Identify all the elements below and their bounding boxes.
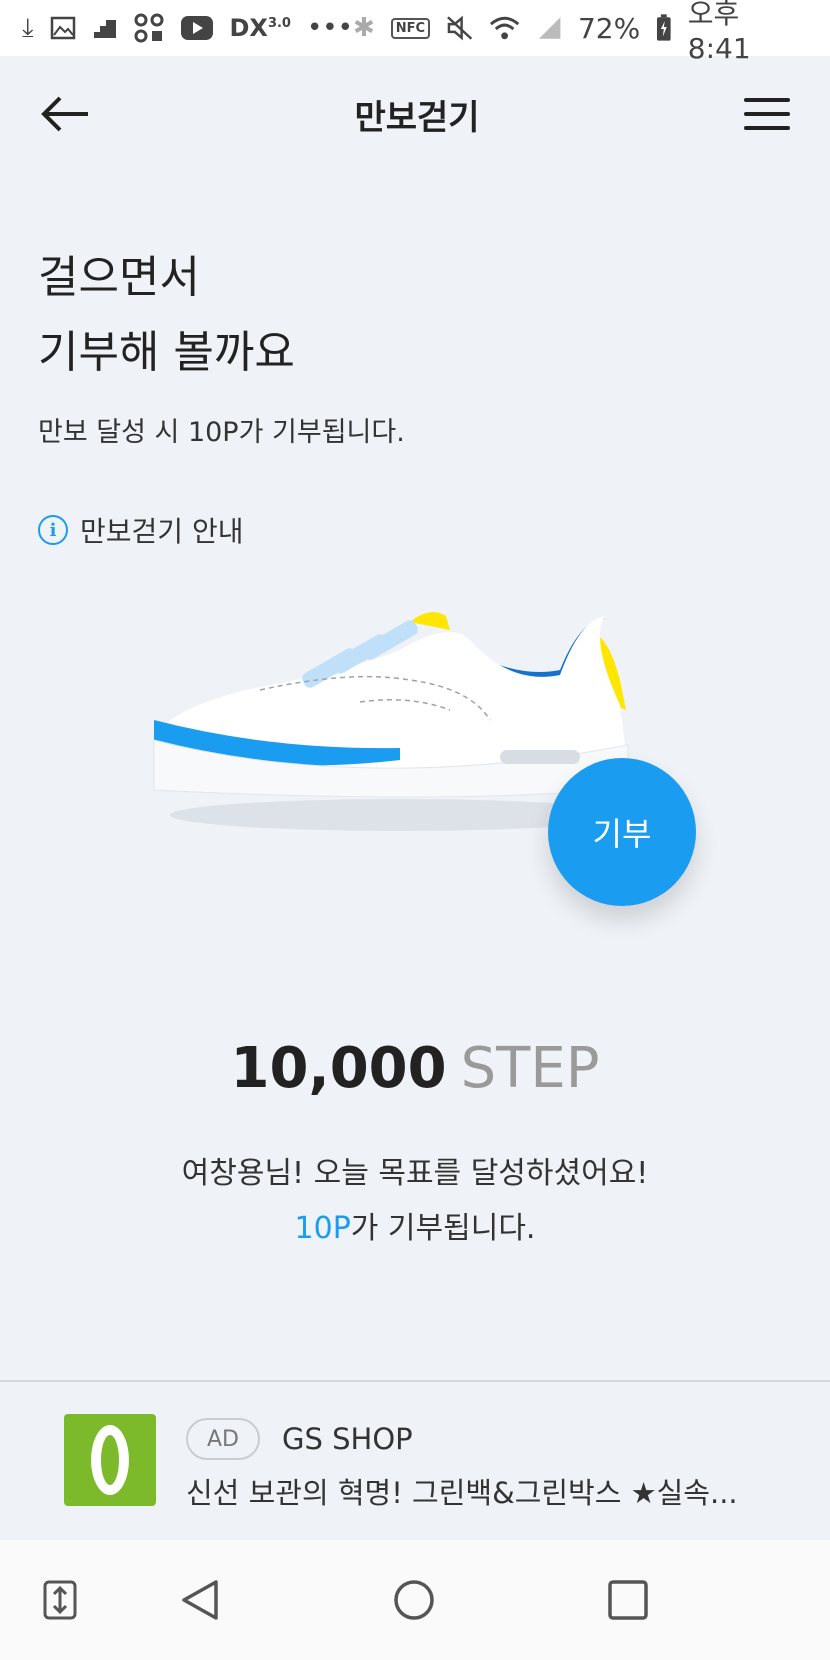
headline-line-1: 걸으면서 — [38, 252, 200, 303]
step-counter: 10,000 STEP — [0, 1036, 830, 1101]
youtube-icon — [180, 16, 213, 40]
mute-icon — [447, 15, 473, 41]
ad-badge: AD — [186, 1418, 260, 1460]
more-dots-icon: ••• — [306, 13, 353, 43]
logo-ring — [91, 1425, 129, 1495]
swap-icon[interactable] — [20, 1540, 100, 1660]
battery-icon — [657, 14, 671, 41]
image-icon — [50, 16, 75, 40]
headline-line-2: 기부해 볼까요 — [38, 327, 295, 378]
back-arrow-icon[interactable] — [40, 96, 90, 132]
status-bar-left: ⤓ DX3.0 ••• — [22, 13, 353, 43]
menu-line — [744, 112, 790, 116]
nfc-icon: NFC — [390, 17, 431, 39]
wifi-icon — [490, 16, 520, 40]
status-bar-right: ✱ NFC 72% 오후 8:41 — [353, 0, 808, 65]
download-icon: ⤓ — [22, 13, 34, 43]
points-value: 10P — [294, 1211, 351, 1246]
recents-square-icon[interactable] — [588, 1540, 668, 1660]
headline: 걸으면서 기부해 볼까요 — [38, 240, 295, 390]
hamburger-menu-icon[interactable] — [744, 98, 790, 130]
page-title: 만보걷기 — [354, 97, 480, 138]
status-bar: ⤓ DX3.0 ••• ✱ NFC 72% 오후 8:41 — [0, 0, 830, 65]
system-navigation-bar — [0, 1540, 830, 1660]
subtext: 만보 달성 시 10P가 기부됩니다. — [38, 417, 405, 448]
home-circle-icon[interactable] — [374, 1540, 454, 1660]
clock: 오후 8:41 — [687, 0, 751, 65]
gs-shop-logo — [64, 1414, 156, 1506]
walking-guide-link[interactable]: i 만보걷기 안내 — [38, 510, 243, 550]
battery-percent: 72% — [577, 11, 641, 45]
qr-icon — [134, 13, 163, 43]
advertiser-name: GS SHOP — [282, 1422, 413, 1456]
donation-message: 10P가 기부됩니다. — [0, 1203, 830, 1247]
info-icon: i — [38, 515, 68, 545]
step-unit: STEP — [460, 1036, 600, 1101]
app-header: 만보걷기 — [0, 56, 830, 172]
donate-button[interactable]: 기부 — [548, 758, 696, 906]
menu-line — [744, 126, 790, 130]
donation-message-rest: 가 기부됩니다. — [350, 1211, 536, 1246]
goal-message: 여창용님! 오늘 목표를 달성하셨어요! — [181, 1156, 649, 1191]
signal-icon — [538, 17, 560, 39]
walking-guide-label: 만보걷기 안내 — [80, 515, 244, 548]
dx-icon: DX3.0 — [229, 14, 291, 42]
ad-description: 신선 보관의 혁명! 그린백&그린박스 ★실속... — [186, 1476, 738, 1510]
back-triangle-icon[interactable] — [160, 1540, 240, 1660]
bluetooth-icon: ✱ — [352, 13, 375, 43]
stairs-icon — [93, 20, 116, 38]
step-count: 10,000 — [230, 1036, 447, 1101]
ad-banner[interactable]: AD GS SHOP 신선 보관의 혁명! 그린백&그린박스 ★실속... — [0, 1382, 830, 1540]
menu-line — [744, 98, 790, 102]
